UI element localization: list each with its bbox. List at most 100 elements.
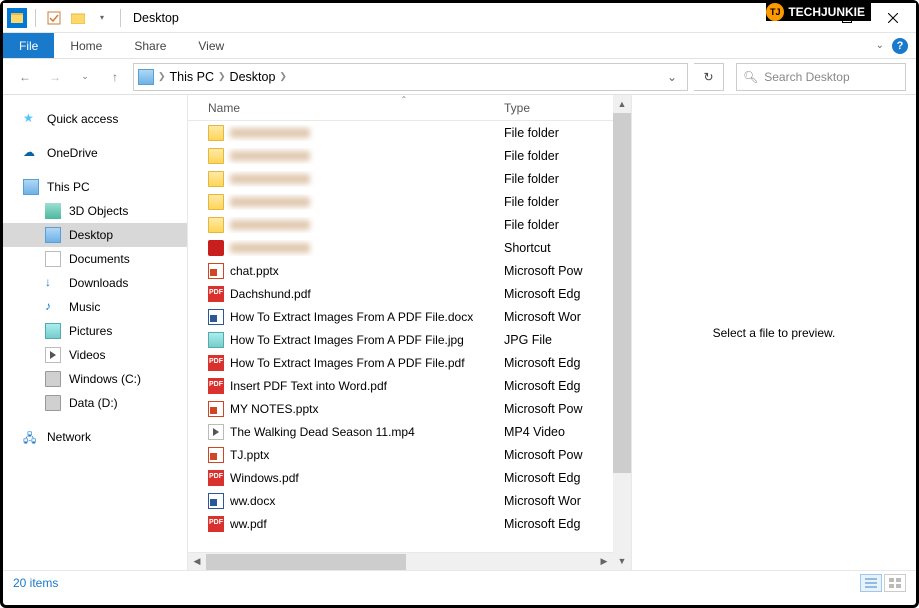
file-row[interactable]: PDFWindows.pdfMicrosoft Edg bbox=[188, 466, 613, 489]
crumb-sep[interactable]: ❯ bbox=[279, 71, 287, 82]
file-row[interactable]: File folder bbox=[188, 190, 613, 213]
main-area: ★Quick access ☁OneDrive This PC 3D Objec… bbox=[3, 95, 916, 570]
crumb-sep[interactable]: ❯ bbox=[218, 71, 226, 82]
file-row[interactable]: How To Extract Images From A PDF File.jp… bbox=[188, 328, 613, 351]
pc-icon bbox=[23, 179, 39, 195]
downloads-icon: ↓ bbox=[45, 275, 61, 291]
file-row[interactable]: The Walking Dead Season 11.mp4MP4 Video bbox=[188, 420, 613, 443]
tree-label: Downloads bbox=[69, 276, 128, 290]
crumb-this-pc[interactable]: This PC bbox=[170, 70, 214, 84]
pdf-icon: PDF bbox=[208, 355, 224, 371]
blurred-filename bbox=[230, 220, 310, 230]
address-bar[interactable]: ❯ This PC ❯ Desktop ❯ ⌄ bbox=[133, 63, 688, 91]
crumb-sep[interactable]: ❯ bbox=[158, 71, 166, 82]
tree-network[interactable]: 🖧Network bbox=[3, 425, 187, 449]
address-dropdown-icon[interactable]: ⌄ bbox=[661, 70, 683, 84]
file-row[interactable]: Shortcut bbox=[188, 236, 613, 259]
filetype: File folder bbox=[498, 172, 613, 186]
ribbon-collapse-icon[interactable]: ⌄ bbox=[876, 40, 884, 51]
tab-file[interactable]: File bbox=[3, 33, 54, 58]
search-icon: 🔍︎ bbox=[743, 70, 758, 84]
file-row[interactable]: PDF How To Extract Images From A PDF File… bbox=[188, 351, 613, 374]
file-row[interactable]: File folder bbox=[188, 167, 613, 190]
file-row[interactable]: TJ.pptxMicrosoft Pow bbox=[188, 443, 613, 466]
close-button[interactable] bbox=[870, 3, 916, 33]
up-button[interactable]: ↑ bbox=[103, 65, 127, 89]
tree-documents[interactable]: Documents bbox=[3, 247, 187, 271]
filename: How To Extract Images From A PDF File.pd… bbox=[230, 356, 465, 370]
filetype: File folder bbox=[498, 149, 613, 163]
music-icon: ♪ bbox=[45, 299, 61, 315]
videos-icon bbox=[45, 347, 61, 363]
view-switcher bbox=[860, 574, 906, 592]
tree-label: Windows (C:) bbox=[69, 372, 141, 386]
filetype: Microsoft Wor bbox=[498, 310, 613, 324]
file-row[interactable]: PDFInsert PDF Text into Word.pdfMicrosof… bbox=[188, 374, 613, 397]
scroll-thumb[interactable] bbox=[613, 113, 631, 473]
tree-quick-access[interactable]: ★Quick access bbox=[3, 107, 187, 131]
tree-music[interactable]: ♪Music bbox=[3, 295, 187, 319]
tree-label: Data (D:) bbox=[69, 396, 118, 410]
tree-videos[interactable]: Videos bbox=[3, 343, 187, 367]
file-row[interactable]: chat.pptxMicrosoft Pow bbox=[188, 259, 613, 282]
back-button[interactable]: ← bbox=[13, 65, 37, 89]
file-rows[interactable]: File folder File folder File folder File fo… bbox=[188, 121, 613, 552]
star-icon: ★ bbox=[23, 111, 39, 127]
qat-dropdown-icon[interactable]: ▾ bbox=[92, 8, 112, 28]
file-row[interactable]: File folder bbox=[188, 144, 613, 167]
horizontal-scrollbar[interactable]: ◀ ▶ bbox=[188, 552, 613, 570]
details-view-button[interactable] bbox=[860, 574, 882, 592]
word-icon bbox=[208, 309, 224, 325]
filetype: Microsoft Edg bbox=[498, 471, 613, 485]
tree-desktop[interactable]: Desktop bbox=[3, 223, 187, 247]
preview-empty-text: Select a file to preview. bbox=[713, 326, 836, 340]
tree-downloads[interactable]: ↓ Downloads bbox=[3, 271, 187, 295]
tree-drive-c[interactable]: Windows (C:) bbox=[3, 367, 187, 391]
tree-pictures[interactable]: Pictures bbox=[3, 319, 187, 343]
tree-onedrive[interactable]: ☁OneDrive bbox=[3, 141, 187, 165]
file-row[interactable]: MY NOTES.pptxMicrosoft Pow bbox=[188, 397, 613, 420]
filename: chat.pptx bbox=[230, 264, 279, 278]
new-folder-icon[interactable] bbox=[68, 8, 88, 28]
file-row[interactable]: ww.docxMicrosoft Wor bbox=[188, 489, 613, 512]
network-icon: 🖧 bbox=[23, 429, 39, 445]
scroll-right-icon[interactable]: ▶ bbox=[595, 556, 613, 567]
crumb-desktop[interactable]: Desktop bbox=[230, 70, 276, 84]
help-button[interactable]: ? bbox=[892, 38, 908, 54]
forward-button[interactable]: → bbox=[43, 65, 67, 89]
scroll-thumb[interactable] bbox=[206, 554, 406, 570]
tree-this-pc[interactable]: This PC bbox=[3, 175, 187, 199]
tree-3d-objects[interactable]: 3D Objects bbox=[3, 199, 187, 223]
filetype: File folder bbox=[498, 218, 613, 232]
tree-label: Documents bbox=[69, 252, 130, 266]
item-count: 20 items bbox=[13, 576, 58, 590]
column-type[interactable]: Type bbox=[498, 101, 613, 115]
file-row[interactable]: How To Extract Images From A PDF File.do… bbox=[188, 305, 613, 328]
vertical-scrollbar[interactable]: ▲ ▼ bbox=[613, 95, 631, 570]
refresh-button[interactable]: ↻ bbox=[694, 63, 724, 91]
scroll-up-icon[interactable]: ▲ bbox=[613, 95, 631, 113]
recent-dropdown[interactable]: ⌄ bbox=[73, 65, 97, 89]
column-name[interactable]: Name bbox=[188, 101, 498, 115]
thumbnails-view-button[interactable] bbox=[884, 574, 906, 592]
scroll-left-icon[interactable]: ◀ bbox=[188, 556, 206, 567]
properties-icon[interactable] bbox=[44, 8, 64, 28]
file-row[interactable]: PDFww.pdfMicrosoft Edg bbox=[188, 512, 613, 535]
explorer-icon[interactable] bbox=[7, 8, 27, 28]
tree-drive-d[interactable]: Data (D:) bbox=[3, 391, 187, 415]
scroll-track[interactable] bbox=[613, 113, 631, 552]
separator bbox=[120, 9, 121, 27]
tab-view[interactable]: View bbox=[182, 33, 240, 58]
scroll-down-icon[interactable]: ▼ bbox=[613, 552, 631, 570]
file-row[interactable]: File folder bbox=[188, 121, 613, 144]
file-row[interactable]: File folder bbox=[188, 213, 613, 236]
tab-share[interactable]: Share bbox=[118, 33, 182, 58]
filetype: Shortcut bbox=[498, 241, 613, 255]
tab-home[interactable]: Home bbox=[54, 33, 118, 58]
search-box[interactable]: 🔍︎ Search Desktop bbox=[736, 63, 906, 91]
file-row[interactable]: PDFDachshund.pdfMicrosoft Edg bbox=[188, 282, 613, 305]
objects3d-icon bbox=[45, 203, 61, 219]
scroll-track[interactable] bbox=[206, 554, 595, 570]
filename: Windows.pdf bbox=[230, 471, 299, 485]
filetype: MP4 Video bbox=[498, 425, 613, 439]
